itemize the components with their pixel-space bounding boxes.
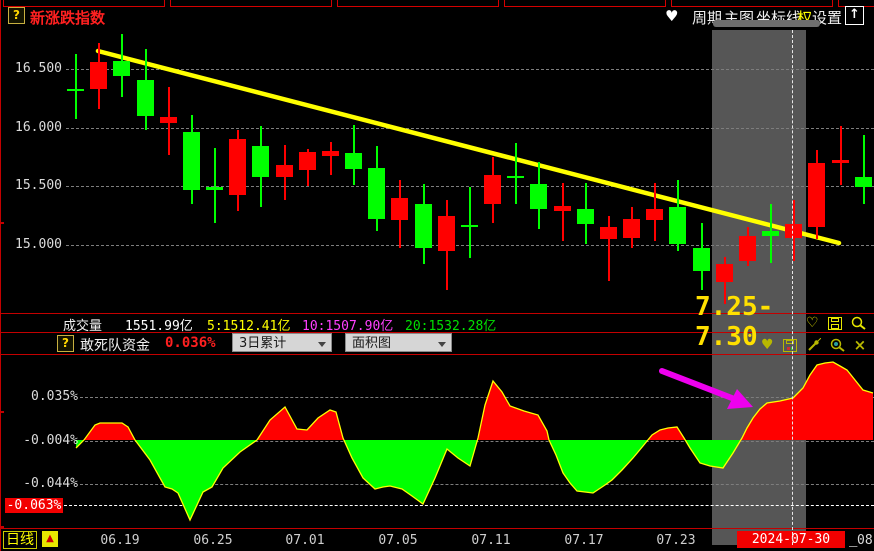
gridline — [66, 128, 874, 129]
candle-body — [183, 132, 200, 190]
y-tick-label: 16.000 — [4, 120, 62, 135]
candle-body — [322, 151, 339, 156]
left-tick — [0, 526, 4, 528]
candle-body — [623, 219, 640, 238]
candle-wick — [469, 187, 471, 258]
volume-row-icons: ♡ — [806, 315, 866, 331]
candle-body — [554, 206, 571, 211]
favorite-heart-icon[interactable]: ♥ — [665, 7, 678, 25]
gridline — [80, 441, 874, 442]
date-tick-label: 06.25 — [193, 533, 232, 548]
candle-body — [693, 248, 710, 271]
candle-body — [345, 153, 362, 169]
current-date-badge: 2024-07-30 — [737, 531, 845, 548]
partial-date-label: 08.02 — [857, 533, 874, 548]
y-tick-label: -0.044% — [20, 476, 78, 491]
candle-body — [276, 165, 293, 177]
candle-body — [137, 80, 154, 116]
volume-ma20: 20:1532.28亿 — [405, 315, 496, 334]
candle-body — [669, 207, 686, 244]
candle-body — [646, 209, 663, 220]
date-tick-label: 07.01 — [285, 533, 324, 548]
candle-body — [600, 227, 617, 239]
candle-wick — [330, 142, 332, 175]
close-icon[interactable]: × — [854, 336, 867, 354]
candle-body — [206, 187, 223, 190]
candle-wick — [840, 126, 842, 185]
volume-value: 1551.99亿 — [125, 315, 193, 334]
candle-body — [368, 168, 385, 219]
collapse-up-icon[interactable]: ↑ — [845, 6, 864, 25]
candle-wick — [608, 216, 610, 281]
volume-label: 成交量 — [63, 315, 102, 334]
candle-body — [507, 176, 524, 178]
volume-ma10: 10:1507.90亿 — [302, 315, 393, 334]
y-tick-label: 0.035% — [20, 389, 78, 404]
date-axis-bar: 日线 ▲ 06.19 06.25 07.01 07.05 07.11 07.17 07.23… — [0, 529, 874, 551]
chevron-down-icon — [318, 342, 326, 351]
gridline — [80, 397, 874, 398]
candle-body — [67, 89, 84, 91]
date-tick-label: 07.05 — [378, 533, 417, 548]
date-tick-label: 06.19 — [100, 533, 139, 548]
period-badge[interactable]: 日线 — [3, 531, 37, 549]
fund-panel-value: 0.036% — [165, 335, 216, 351]
y-tick-label: 16.500 — [4, 61, 62, 76]
volume-ma5: 5:1512.41亿 — [207, 315, 290, 334]
zoom-icon[interactable] — [830, 338, 845, 352]
candle-body — [113, 61, 130, 76]
help-icon[interactable]: ? — [57, 335, 74, 352]
candle-body — [716, 264, 733, 282]
candle-body — [391, 198, 408, 220]
triangle-up-icon[interactable]: ▲ — [42, 531, 58, 547]
candle-body — [229, 139, 246, 195]
candle-body — [762, 231, 779, 236]
candle-body — [90, 62, 107, 89]
min-value-badge: -0.063% — [5, 498, 63, 513]
app-window: ? 新涨跌指数 ♥ 周期 主图 坐标线 权 设置 ↑ 16.50016.0001… — [0, 0, 874, 551]
chevron-down-icon — [438, 342, 446, 351]
candle-body — [739, 236, 756, 261]
candle-body — [855, 177, 872, 187]
candle-body — [461, 225, 478, 227]
style-dropdown[interactable]: 面积图 — [345, 333, 452, 352]
date-tick-label: 07.11 — [471, 533, 510, 548]
gridline — [66, 69, 874, 70]
candle-body — [484, 175, 501, 204]
save-icon[interactable] — [828, 317, 842, 330]
candle-body — [438, 216, 455, 251]
candle-wick — [214, 148, 216, 223]
left-tick — [0, 222, 4, 224]
window-left-border — [0, 0, 1, 551]
candle-body — [252, 146, 269, 177]
left-tick — [0, 411, 4, 413]
min-gridline — [64, 505, 874, 506]
date-tick-label: 07.23 — [656, 533, 695, 548]
candle-body — [160, 117, 177, 123]
candle-wick — [75, 54, 77, 119]
zoom-icon[interactable] — [851, 316, 866, 330]
candle-body — [415, 204, 432, 248]
mini-scrollbar[interactable] — [713, 20, 820, 27]
candle-body — [832, 160, 849, 163]
date-tick-label: 07.17 — [564, 533, 603, 548]
period-dropdown[interactable]: 3日累计 — [232, 333, 332, 352]
candle-body — [530, 184, 547, 209]
y-tick-label: -0.004% — [20, 433, 78, 448]
candle-wick — [863, 135, 865, 204]
y-tick-label: 15.500 — [4, 178, 62, 193]
fund-panel-title: 敢死队资金 — [80, 335, 150, 355]
indicator-title: 新涨跌指数 — [30, 7, 105, 28]
highlight-range-label: 7.25-7.30 — [695, 292, 810, 352]
candle-wick — [515, 143, 517, 204]
y-tick-label: 15.000 — [4, 237, 62, 252]
candle-body — [299, 152, 316, 170]
help-icon[interactable]: ? — [8, 7, 25, 24]
candle-body — [577, 209, 594, 224]
candle-body — [808, 163, 825, 227]
gridline — [80, 484, 874, 485]
candle-wick — [562, 183, 564, 241]
candle-body — [785, 224, 802, 238]
cursor-crosshair-line — [792, 30, 793, 545]
